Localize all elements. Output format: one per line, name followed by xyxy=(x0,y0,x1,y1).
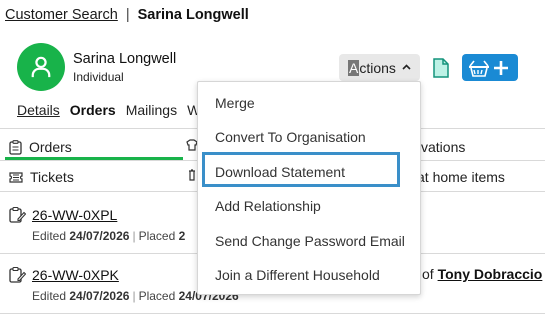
order-reference-link[interactable]: 26-WW-0XPK xyxy=(32,267,119,283)
document-icon[interactable] xyxy=(432,58,450,78)
menu-item-join-different-household[interactable]: Join a Different Household xyxy=(215,267,380,283)
edited-label: Edited xyxy=(32,289,67,303)
subtab-tickets-label: Tickets xyxy=(30,169,74,185)
edited-date: 24/07/2026 xyxy=(69,289,130,303)
tab-orders[interactable]: Orders xyxy=(70,102,116,118)
clipboard-edit-icon xyxy=(9,206,26,223)
actions-label-cursor: A xyxy=(348,59,360,76)
actions-button[interactable]: Actions xyxy=(339,54,420,81)
breadcrumb: Customer Search | Sarina Longwell xyxy=(5,7,249,23)
menu-item-download-statement[interactable]: Download Statement xyxy=(215,164,345,180)
edited-date: 24/07/2026 xyxy=(69,229,130,243)
bin-icon xyxy=(189,169,195,181)
customer-name: Sarina Longwell xyxy=(73,51,177,67)
edited-label: Edited xyxy=(32,229,67,243)
household-member: of Tony Dobraccio xyxy=(422,266,542,282)
subtab-orders-label: Orders xyxy=(29,139,72,155)
user-icon xyxy=(31,56,51,78)
basket-add-button[interactable] xyxy=(462,54,518,81)
placed-date: 2 xyxy=(178,229,186,243)
placed-label: Placed xyxy=(138,289,176,303)
household-prefix: of xyxy=(422,266,434,282)
actions-label: ctions xyxy=(359,59,396,76)
order-reference-link[interactable]: 26-WW-0XPL xyxy=(32,207,117,223)
breadcrumb-separator: | xyxy=(125,7,130,23)
subtab-reservations[interactable]: vations xyxy=(421,139,465,155)
customer-tabs: Details Orders Mailings W xyxy=(17,102,210,118)
tab-mailings[interactable]: Mailings xyxy=(126,102,177,118)
breadcrumb-current: Sarina Longwell xyxy=(137,7,249,23)
subtab-orders[interactable]: Orders xyxy=(9,139,72,155)
order-meta: Edited 24/07/2026 | Placed 2 xyxy=(32,229,186,243)
subtab-tickets[interactable]: Tickets xyxy=(9,169,74,185)
divider xyxy=(0,313,545,314)
ticket-icon xyxy=(9,171,23,183)
menu-item-merge[interactable]: Merge xyxy=(215,95,255,111)
order-row: 26-WW-0XPL Edited 24/07/2026 | Placed 2 xyxy=(9,206,185,243)
customer-type: Individual xyxy=(73,70,124,84)
menu-item-send-change-password-email[interactable]: Send Change Password Email xyxy=(215,233,405,249)
household-person-link[interactable]: Tony Dobraccio xyxy=(438,266,543,282)
actions-dropdown-menu: Merge Convert To Organisation Download S… xyxy=(197,81,421,295)
menu-item-add-relationship[interactable]: Add Relationship xyxy=(215,198,321,214)
placed-label: Placed xyxy=(138,229,176,243)
clipboard-edit-icon xyxy=(9,266,26,283)
basket-add-icon xyxy=(469,60,508,77)
subtab-home-items[interactable]: at home items xyxy=(417,169,505,185)
tab-details[interactable]: Details xyxy=(17,102,60,118)
clipboard-icon xyxy=(9,139,22,155)
menu-item-convert-to-organisation[interactable]: Convert To Organisation xyxy=(215,129,366,145)
breadcrumb-customer-search-link[interactable]: Customer Search xyxy=(5,7,118,23)
chevron-up-icon xyxy=(402,62,411,73)
avatar xyxy=(17,43,65,91)
